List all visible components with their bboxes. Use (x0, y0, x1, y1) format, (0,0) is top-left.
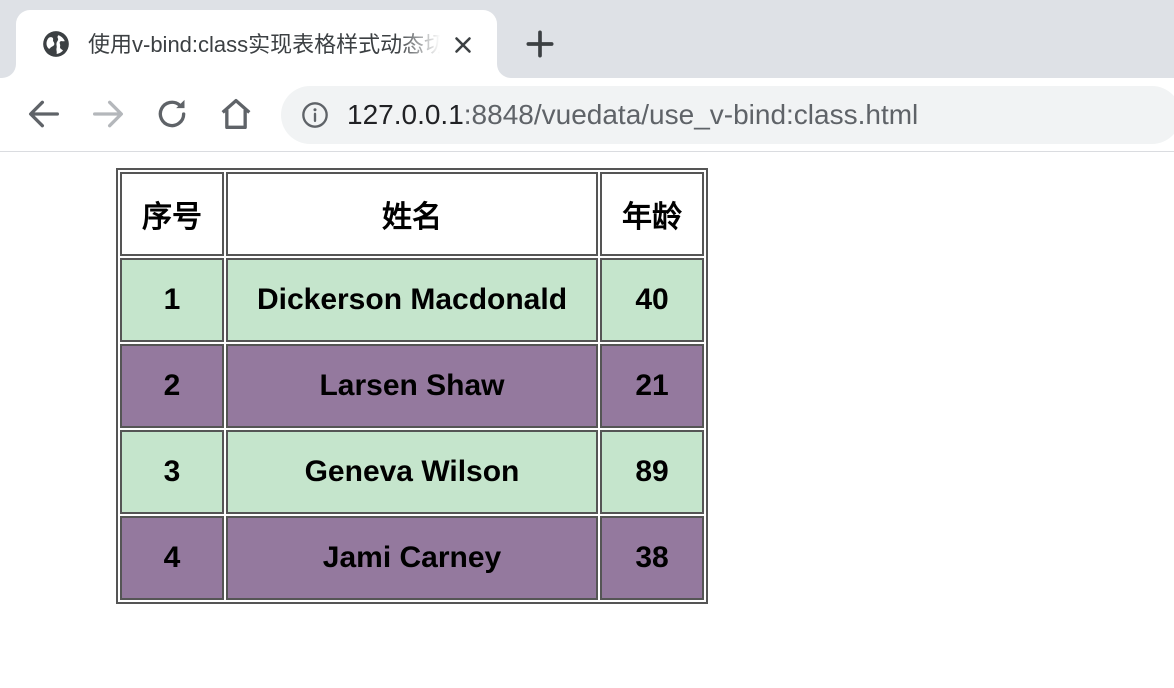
cell-age: 38 (600, 516, 704, 600)
url-host: 127.0.0.1 (347, 99, 464, 130)
table-row: 4 Jami Carney 38 (120, 516, 704, 600)
plus-icon[interactable] (520, 24, 560, 64)
header-name: 姓名 (226, 172, 598, 256)
info-icon[interactable] (301, 101, 329, 129)
cell-id: 3 (120, 430, 224, 514)
table-row: 2 Larsen Shaw 21 (120, 344, 704, 428)
cell-name: Dickerson Macdonald (226, 258, 598, 342)
browser-tab[interactable]: 使用v-bind:class实现表格样式动态切换 (16, 10, 497, 78)
cell-name: Jami Carney (226, 516, 598, 600)
page-content: 序号 姓名 年龄 1 Dickerson Macdonald 40 2 Lars… (0, 153, 1174, 688)
table-row: 3 Geneva Wilson 89 (120, 430, 704, 514)
tab-title: 使用v-bind:class实现表格样式动态切换 (88, 32, 440, 57)
tab-strip: 使用v-bind:class实现表格样式动态切换 (0, 0, 1174, 78)
cell-name: Geneva Wilson (226, 430, 598, 514)
header-age: 年龄 (600, 172, 704, 256)
browser-toolbar: 127.0.0.1:8848/vuedata/use_v-bind:class.… (0, 78, 1174, 152)
cell-age: 21 (600, 344, 704, 428)
address-bar[interactable]: 127.0.0.1:8848/vuedata/use_v-bind:class.… (281, 86, 1174, 144)
globe-icon (43, 31, 69, 57)
cell-id: 4 (120, 516, 224, 600)
header-id: 序号 (120, 172, 224, 256)
table-header-row: 序号 姓名 年龄 (120, 172, 704, 256)
cell-id: 2 (120, 344, 224, 428)
cell-id: 1 (120, 258, 224, 342)
back-arrow-icon[interactable] (24, 94, 64, 134)
cell-name: Larsen Shaw (226, 344, 598, 428)
close-icon[interactable] (450, 32, 476, 58)
table-row: 1 Dickerson Macdonald 40 (120, 258, 704, 342)
url-text[interactable]: 127.0.0.1:8848/vuedata/use_v-bind:class.… (347, 99, 918, 131)
forward-arrow-icon[interactable] (88, 94, 128, 134)
url-path: :8848/vuedata/use_v-bind:class.html (463, 99, 919, 130)
cell-age: 40 (600, 258, 704, 342)
home-icon[interactable] (216, 94, 256, 134)
cell-age: 89 (600, 430, 704, 514)
reload-icon[interactable] (152, 94, 192, 134)
people-table: 序号 姓名 年龄 1 Dickerson Macdonald 40 2 Lars… (116, 168, 708, 604)
